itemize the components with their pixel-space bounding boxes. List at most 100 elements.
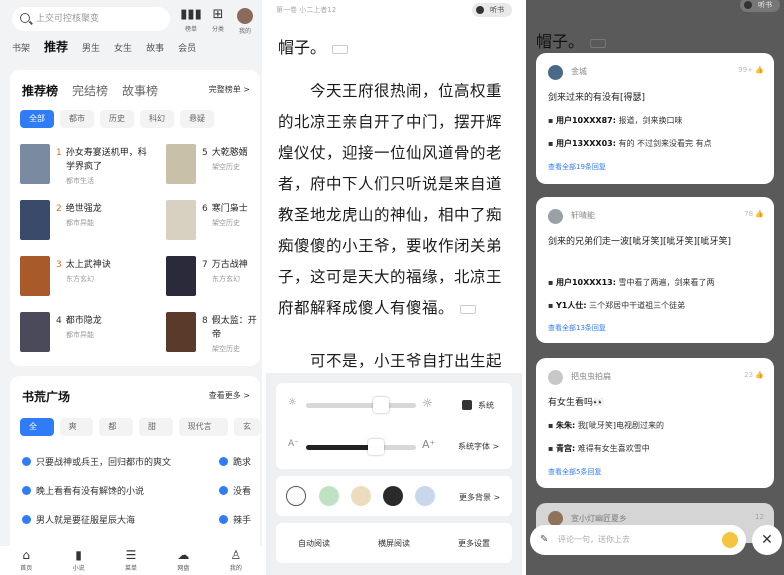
- listen-button[interactable]: 听书: [472, 3, 512, 17]
- view-replies-link[interactable]: 查看全部5条回复: [548, 467, 601, 477]
- font-smaller-icon: A⁻: [288, 439, 299, 449]
- user-icon: ♙: [230, 548, 242, 562]
- plaza-item[interactable]: 没看: [219, 484, 251, 497]
- like-count[interactable]: 99+ 👍: [738, 66, 764, 74]
- plaza-item[interactable]: 男人就是要征服星辰大海: [22, 513, 135, 526]
- tab-mine[interactable]: ♙ 我的: [210, 546, 262, 575]
- book-item[interactable]: 3 太上武神诀 东方玄幻: [20, 256, 140, 300]
- font-size-fill: [306, 445, 376, 450]
- category-label: 分类: [211, 26, 224, 33]
- nav-bookshelf[interactable]: 书架: [12, 41, 30, 54]
- comment-card[interactable]: 轩晴能 78 👍 剑来的兄弟们走一波[呲牙笑][呲牙笑][呲牙笑] ▪ 用户10…: [536, 197, 774, 343]
- chip-all[interactable]: 全部: [20, 418, 54, 436]
- comment-card[interactable]: 把虫虫拍扁 23 👍 有女生看吗👀 ▪ 朱朱: 我[呲牙笑]电视剧过来的 ▪ 青…: [536, 358, 774, 488]
- reader-panel: 第一卷 小二上者12 听书 帽子。 今天王府很热闹，位高权重的北凉王亲自开了中门…: [266, 0, 522, 575]
- comment-user[interactable]: 轩晴能: [571, 210, 595, 221]
- brightness-knob[interactable]: [373, 397, 389, 413]
- nav-male[interactable]: 男生: [82, 41, 100, 54]
- bg-dark-option[interactable]: [383, 486, 403, 506]
- system-brightness-checkbox[interactable]: [462, 400, 472, 410]
- book-title: 6 寒门枭士: [202, 204, 248, 214]
- plaza-item[interactable]: 晚上看看有没有解馋的小说: [22, 484, 144, 497]
- auto-read-button[interactable]: 自动阅读: [298, 538, 330, 549]
- book-item[interactable]: 6 寒门枭士 架空历史: [166, 200, 260, 244]
- plaza-item[interactable]: 只要战神或兵王，回归都市的爽文: [22, 455, 171, 468]
- bg-white-option[interactable]: [286, 486, 306, 506]
- listen-button[interactable]: 听书: [740, 0, 780, 12]
- more-background-button[interactable]: 更多背景 >: [459, 492, 500, 503]
- plaza-item[interactable]: 跪求: [219, 455, 251, 468]
- plaza-item[interactable]: 辣手: [219, 513, 251, 526]
- tab-menu[interactable]: ☰ 菜单: [105, 546, 157, 575]
- chip-modern-romance[interactable]: 现代言情: [178, 418, 229, 436]
- tab-cloud[interactable]: ☁ 网盘: [157, 546, 209, 575]
- nav-female[interactable]: 女生: [114, 41, 132, 54]
- topic-icon: [219, 515, 228, 524]
- more-settings-button[interactable]: 更多设置: [458, 538, 490, 549]
- book-cover: [20, 200, 50, 240]
- full-ranking-link[interactable]: 完整榜单 >: [209, 84, 250, 95]
- comment-user[interactable]: 宣小灯幽匠夏乡: [571, 513, 627, 524]
- category-button[interactable]: ⊞ 分类: [207, 8, 229, 34]
- nav-vip[interactable]: 会员: [178, 41, 196, 54]
- book-item[interactable]: 2 绝世强龙 都市异能: [20, 200, 140, 244]
- tab-story-rank[interactable]: 故事榜: [122, 82, 158, 99]
- book-icon: ▮: [75, 548, 82, 562]
- tab-home[interactable]: ⌂ 首页: [0, 546, 52, 575]
- chip-urban[interactable]: 都市: [99, 418, 134, 436]
- book-item[interactable]: 8 假太监：开 帝 架空历史: [166, 312, 260, 356]
- chip-mystery[interactable]: 悬疑: [180, 110, 214, 128]
- book-item[interactable]: 1 孙女寿宴送机甲，科 学界疯了 都市生活: [20, 144, 147, 188]
- plaza-more-link[interactable]: 查看更多 >: [209, 390, 250, 401]
- comment-input[interactable]: ✎ 评论一句，送你上去: [530, 525, 746, 555]
- bg-green-option[interactable]: [319, 486, 339, 506]
- mine-button[interactable]: 我的: [234, 8, 256, 35]
- emoji-icon[interactable]: [722, 532, 738, 548]
- like-count[interactable]: 78 👍: [744, 210, 764, 218]
- font-family-button[interactable]: 系统字体 >: [458, 441, 499, 452]
- book-category: 架空历史: [212, 163, 240, 171]
- chip-cool[interactable]: 爽文: [59, 418, 94, 436]
- topic-icon: [219, 457, 228, 466]
- tab-novel[interactable]: ▮ 小说: [52, 546, 104, 575]
- nav-story[interactable]: 故事: [146, 41, 164, 54]
- book-title-cont: 帝: [212, 330, 222, 340]
- chip-urban[interactable]: 都市: [60, 110, 94, 128]
- book-item[interactable]: 7 万古战神 东方玄幻: [166, 256, 260, 300]
- bg-beige-option[interactable]: [351, 486, 371, 506]
- chip-all[interactable]: 全部: [20, 110, 54, 128]
- brightness-slider[interactable]: [306, 403, 416, 408]
- comment-user[interactable]: 金城: [571, 66, 587, 77]
- home-icon: ⌂: [22, 548, 31, 562]
- tab-finished-rank[interactable]: 完结榜: [72, 82, 108, 99]
- close-icon: ✕: [761, 532, 773, 548]
- close-button[interactable]: ✕: [752, 525, 782, 555]
- book-title: 4 都市隐龙: [56, 316, 102, 326]
- comment-reply: ▪ 朱朱: 我[呲牙笑]电视剧过来的: [548, 421, 664, 430]
- chip-history[interactable]: 历史: [100, 110, 134, 128]
- bg-blue-option[interactable]: [415, 486, 435, 506]
- chip-fantasy[interactable]: 玄: [234, 418, 260, 436]
- font-size-knob[interactable]: [368, 439, 384, 455]
- comment-card[interactable]: 金城 99+ 👍 剑来过来的有没有[得瑟] ▪ 用户10XXX87: 报道，剑来…: [536, 53, 774, 184]
- view-replies-link[interactable]: 查看全部19条回复: [548, 162, 606, 172]
- book-item[interactable]: 4 都市隐龙 都市异能: [20, 312, 140, 356]
- book-title: 8 假太监：开: [202, 316, 257, 326]
- thumb-up-icon: 👍: [755, 371, 764, 379]
- plaza-chips: 全部 爽文 都市 甜宠 现代言情 玄: [20, 418, 260, 436]
- search-input[interactable]: 上交可控核聚变: [12, 7, 170, 31]
- display-settings: ☼ ☼ 系统 A⁻ A⁺ 系统字体 >: [276, 383, 512, 469]
- like-count[interactable]: 12: [755, 513, 764, 521]
- book-title: 2 绝世强龙: [56, 204, 102, 214]
- nav-recommend[interactable]: 推荐: [44, 38, 68, 55]
- chip-sweet[interactable]: 甜宠: [139, 418, 173, 436]
- reader-paragraph: 今天王府很热闹，位高权重的北凉王亲自开了中门，摆开辉煌仪仗，迎接一位仙风道骨的老…: [278, 82, 503, 317]
- tab-recommend-rank[interactable]: 推荐榜: [22, 82, 58, 99]
- landscape-read-button[interactable]: 横屏阅读: [378, 538, 410, 549]
- like-count[interactable]: 23 👍: [744, 371, 764, 379]
- view-replies-link[interactable]: 查看全部13条回复: [548, 323, 606, 333]
- ranking-button[interactable]: ▮▮▮ 榜单: [180, 8, 202, 34]
- comment-user[interactable]: 把虫虫拍扁: [571, 371, 611, 382]
- book-item[interactable]: 5 大乾憨婿 架空历史: [166, 144, 260, 188]
- chip-scifi[interactable]: 科幻: [140, 110, 174, 128]
